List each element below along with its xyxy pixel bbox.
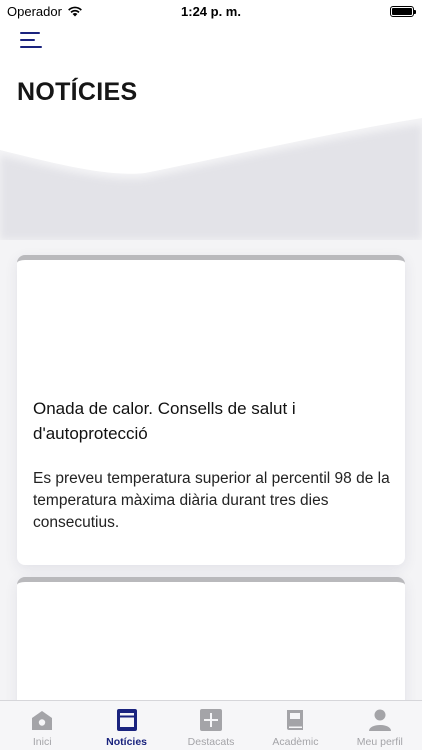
tab-label: Inici [32, 736, 52, 748]
tab-meu-perfil[interactable]: Meu perfil [338, 701, 422, 750]
home-icon [32, 711, 53, 730]
carrier-label: Operador [7, 3, 62, 19]
tab-bar: Inici Notícies Destacats Acadèmic Meu pe… [0, 700, 422, 750]
header: NOTÍCIES [0, 0, 422, 240]
news-card[interactable] [17, 577, 405, 717]
news-card[interactable]: Onada de calor. Consells de salut i d'au… [17, 255, 405, 565]
page-title: NOTÍCIES [17, 78, 138, 106]
menu-icon-line-1 [20, 32, 40, 34]
wifi-icon [68, 6, 82, 17]
book-icon [287, 710, 304, 730]
news-title: Onada de calor. Consells de salut i d'au… [33, 399, 296, 443]
tab-destacats[interactable]: Destacats [169, 701, 253, 750]
user-icon [368, 709, 391, 731]
tab-label: Destacats [187, 736, 235, 748]
battery-icon [390, 5, 416, 17]
header-wave-decoration [0, 0, 422, 240]
battery-level [392, 7, 412, 15]
plus-icon [200, 709, 223, 731]
tab-noticies[interactable]: Notícies [84, 701, 168, 750]
menu-icon-line-3 [20, 46, 42, 48]
status-left: Operador [7, 4, 83, 19]
tab-academic[interactable]: Acadèmic [253, 701, 337, 750]
tab-label: Notícies [106, 736, 148, 748]
news-summary: Es preveu temperatura superior al percen… [33, 470, 390, 531]
menu-icon-line-2 [20, 39, 35, 41]
menu-button[interactable] [20, 32, 44, 50]
tab-inici[interactable]: Inici [0, 701, 84, 750]
status-bar: Operador 1:24 p. m. [0, 0, 422, 22]
news-icon [116, 709, 137, 731]
tab-label: Acadèmic [272, 736, 319, 748]
tab-label: Meu perfil [356, 736, 403, 748]
